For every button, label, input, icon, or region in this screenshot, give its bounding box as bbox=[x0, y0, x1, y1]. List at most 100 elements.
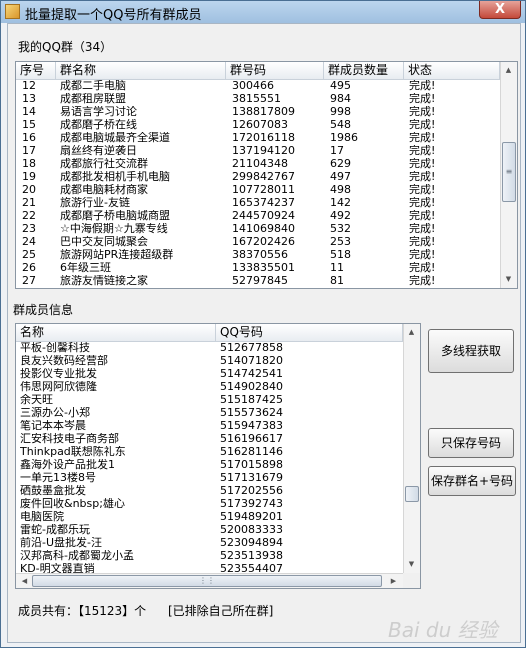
member-qq-number: 515187425 bbox=[220, 394, 283, 406]
member-row[interactable]: 雷蛇-成都乐玩 520083333 bbox=[16, 524, 403, 536]
save-group-name-and-number-button[interactable]: 保存群名+号码 bbox=[428, 466, 516, 496]
member-row[interactable]: 汇安科技电子商务部 516196617 bbox=[16, 433, 403, 445]
group-row[interactable]: 19 成都批发相机手机电脑 299842767 497 完成! bbox=[16, 171, 500, 183]
member-row[interactable]: 余天旺 515187425 bbox=[16, 394, 403, 406]
group-number: 107728011 bbox=[232, 184, 295, 196]
member-row[interactable]: 良友兴数码经营部 514071820 bbox=[16, 355, 403, 367]
group-row[interactable]: 27 旅游友情链接之家 52797845 81 完成! bbox=[16, 275, 500, 287]
member-row[interactable]: 前沿-U盘批发-汪 523094894 bbox=[16, 537, 403, 549]
member-qq-number: 519489201 bbox=[220, 511, 283, 523]
member-row[interactable]: 平板-创馨科技 512677858 bbox=[16, 342, 403, 354]
group-status: 完成! bbox=[409, 184, 436, 196]
group-row[interactable]: 24 巴中交友同城聚会 167202426 253 完成! bbox=[16, 236, 500, 248]
group-row[interactable]: 12 成都二手电脑 300466 495 完成! bbox=[16, 80, 500, 92]
multithread-fetch-button[interactable]: 多线程获取 bbox=[428, 329, 514, 373]
groups-vscrollbar[interactable]: ▲ ≡ ▼ bbox=[500, 62, 517, 288]
group-index: 22 bbox=[22, 210, 36, 222]
group-status: 完成! bbox=[409, 210, 436, 222]
group-status: 完成! bbox=[409, 106, 436, 118]
column-header-status[interactable]: 状态 bbox=[404, 62, 500, 79]
groups-scroll-thumb[interactable]: ≡ bbox=[502, 142, 516, 202]
group-index: 21 bbox=[22, 197, 36, 209]
group-status: 完成! bbox=[409, 171, 436, 183]
members-scroll-thumb[interactable] bbox=[405, 486, 419, 502]
member-qq-number: 523513938 bbox=[220, 550, 283, 562]
close-button[interactable]: X bbox=[479, 1, 521, 19]
scroll-down-arrow-icon[interactable]: ▼ bbox=[404, 557, 419, 572]
member-name: 笔记本本岑晨 bbox=[20, 420, 86, 432]
group-number: 21104348 bbox=[232, 158, 288, 170]
member-qq-number: 517015898 bbox=[220, 459, 283, 471]
group-row[interactable]: 16 成都电脑城最齐全渠道 172016118 1986 完成! bbox=[16, 132, 500, 144]
scroll-up-arrow-icon[interactable]: ▲ bbox=[404, 325, 419, 340]
group-status: 完成! bbox=[409, 262, 436, 274]
member-row[interactable]: Thinkpad联想陈礼东 516281146 bbox=[16, 446, 403, 458]
scroll-down-arrow-icon[interactable]: ▼ bbox=[501, 272, 516, 287]
member-row[interactable]: 笔记本本岑晨 515947383 bbox=[16, 420, 403, 432]
group-name: 成都电脑城最齐全渠道 bbox=[60, 132, 170, 144]
column-header-member-name[interactable]: 名称 bbox=[16, 324, 216, 341]
member-row[interactable]: 伟思网阿欣德隆 514902840 bbox=[16, 381, 403, 393]
group-row[interactable]: 26 6年级三班 133835501 11 完成! bbox=[16, 262, 500, 274]
title-bar[interactable]: 批量提取一个QQ号所有群成员 X bbox=[1, 1, 525, 23]
member-qq-number: 515573624 bbox=[220, 407, 283, 419]
group-name: 旅游网站PR连接超级群 bbox=[60, 249, 174, 261]
group-row[interactable]: 13 成都租房联盟 3815551 984 完成! bbox=[16, 93, 500, 105]
group-number: 3815551 bbox=[232, 93, 281, 105]
column-header-qq-number[interactable]: QQ号码 bbox=[216, 324, 403, 341]
member-qq-number: 512677858 bbox=[220, 342, 283, 354]
groups-listview[interactable]: 序号 群名称 群号码 群成员数量 状态 12 成都二手电脑 300466 495 完成!… bbox=[15, 61, 518, 289]
group-name: 巴中交友同城聚会 bbox=[60, 236, 148, 248]
member-row[interactable]: 废件回收&nbsp;雄心 517392743 bbox=[16, 498, 403, 510]
group-row[interactable]: 14 易语言学习讨论 138817809 998 完成! bbox=[16, 106, 500, 118]
column-header-group-number[interactable]: 群号码 bbox=[226, 62, 324, 79]
member-name: 三源办公-小郑 bbox=[20, 407, 90, 419]
grip-icon: ≡ bbox=[505, 167, 513, 176]
member-row[interactable]: 汉邦高科-成都蜀龙小孟 523513938 bbox=[16, 550, 403, 562]
group-index: 15 bbox=[22, 119, 36, 131]
member-row[interactable]: 硒鼓墨盒批发 517202556 bbox=[16, 485, 403, 497]
column-header-index[interactable]: 序号 bbox=[16, 62, 56, 79]
group-status: 完成! bbox=[409, 80, 436, 92]
group-member-count: 1986 bbox=[330, 132, 358, 144]
group-number: 137194120 bbox=[232, 145, 295, 157]
member-row[interactable]: 投影仪专业批发 514742541 bbox=[16, 368, 403, 380]
group-number: 52797845 bbox=[232, 275, 288, 287]
members-vscrollbar[interactable]: ▲ ▼ bbox=[403, 324, 420, 573]
group-row[interactable]: 23 ☆中海假期☆九寨专线 141069840 532 完成! bbox=[16, 223, 500, 235]
group-number: 165374237 bbox=[232, 197, 295, 209]
member-row[interactable]: 一单元13楼8号 517131679 bbox=[16, 472, 403, 484]
group-row[interactable]: 22 成都磨子桥电脑城商盟 244570924 492 完成! bbox=[16, 210, 500, 222]
column-header-group-name[interactable]: 群名称 bbox=[56, 62, 226, 79]
group-name: 6年级三班 bbox=[60, 262, 111, 274]
group-row[interactable]: 20 成都电脑耗材商家 107728011 498 完成! bbox=[16, 184, 500, 196]
group-index: 19 bbox=[22, 171, 36, 183]
group-member-count: 142 bbox=[330, 197, 351, 209]
group-row[interactable]: 21 旅游行业-友链 165374237 142 完成! bbox=[16, 197, 500, 209]
scroll-left-arrow-icon[interactable]: ◀ bbox=[17, 574, 32, 588]
scroll-right-arrow-icon[interactable]: ▶ bbox=[386, 574, 401, 588]
member-row[interactable]: 三源办公-小郑 515573624 bbox=[16, 407, 403, 419]
group-index: 14 bbox=[22, 106, 36, 118]
group-row[interactable]: 18 成都旅行社交流群 21104348 629 完成! bbox=[16, 158, 500, 170]
group-member-count: 518 bbox=[330, 249, 351, 261]
scroll-up-arrow-icon[interactable]: ▲ bbox=[501, 63, 516, 78]
group-name: 成都二手电脑 bbox=[60, 80, 126, 92]
member-qq-number: 517392743 bbox=[220, 498, 283, 510]
member-row[interactable]: 电脑医院 519489201 bbox=[16, 511, 403, 523]
group-row[interactable]: 25 旅游网站PR连接超级群 38370556 518 完成! bbox=[16, 249, 500, 261]
member-qq-number: 516281146 bbox=[220, 446, 283, 458]
members-listview[interactable]: 名称 QQ号码 平板-创馨科技 512677858 良友兴数码经营部 51407182… bbox=[15, 323, 421, 589]
member-name: 投影仪专业批发 bbox=[20, 368, 97, 380]
app-icon bbox=[5, 4, 20, 19]
group-number: 300466 bbox=[232, 80, 274, 92]
group-index: 20 bbox=[22, 184, 36, 196]
member-row[interactable]: 鑫海外设产品批发1 517015898 bbox=[16, 459, 403, 471]
members-hscrollbar[interactable]: ◀ ⋮⋮ ▶ bbox=[16, 573, 403, 588]
group-name: 成都批发相机手机电脑 bbox=[60, 171, 170, 183]
column-header-member-count[interactable]: 群成员数量 bbox=[324, 62, 404, 79]
group-row[interactable]: 15 成都磨子桥在线 12607083 548 完成! bbox=[16, 119, 500, 131]
members-hscroll-thumb[interactable]: ⋮⋮ bbox=[32, 575, 382, 587]
save-numbers-only-button[interactable]: 只保存号码 bbox=[428, 428, 514, 458]
group-row[interactable]: 17 扇丝终有逆袭日 137194120 17 完成! bbox=[16, 145, 500, 157]
